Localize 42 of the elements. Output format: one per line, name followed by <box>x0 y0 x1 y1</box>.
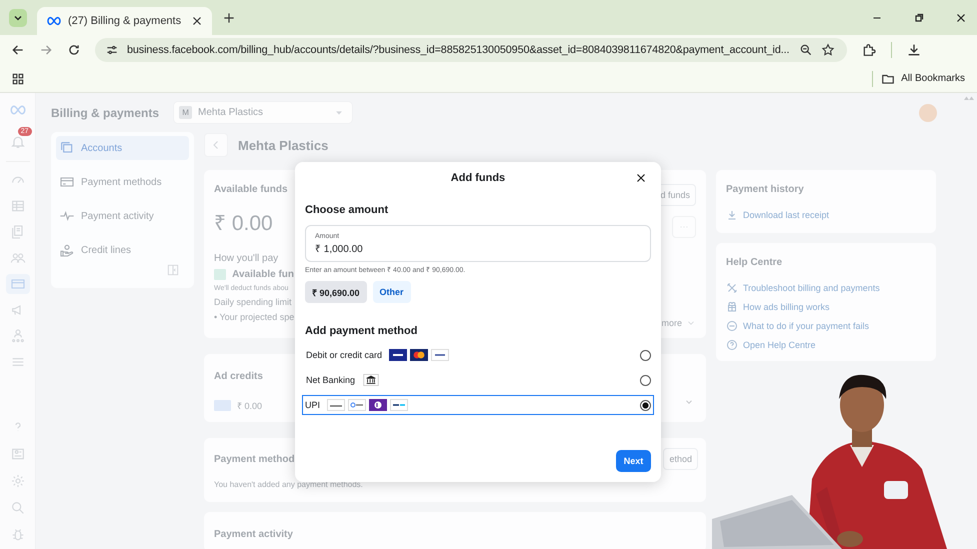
payment-method-option[interactable]: Debit or credit card <box>305 345 654 365</box>
payment-method-option[interactable]: UPI <box>302 395 654 415</box>
bookmarks-folder-link[interactable]: All Bookmarks <box>881 72 965 86</box>
help-link[interactable]: Open Help Centre <box>726 339 926 351</box>
payment-method-label: Available fun <box>232 269 294 280</box>
account-title: Mehta Plastics <box>238 138 328 152</box>
tab-title: (27) Billing & payments <box>68 15 182 27</box>
nav-item[interactable]: Credit lines <box>56 238 189 262</box>
card-title: Payment activity <box>214 529 293 540</box>
card-title: Available funds <box>214 184 289 195</box>
address-bar[interactable]: business.facebook.com/billing_hub/accounts/details/?business_id=885825130050950&asset_id=8084039811674820&payment_account_id... <box>95 38 847 62</box>
payment-method-option[interactable]: Net Banking <box>305 370 654 390</box>
help-link[interactable]: Troubleshoot billing and payments <box>726 282 926 294</box>
help-link[interactable]: How ads billing works <box>726 301 926 313</box>
section-title: Add payment method <box>305 325 418 337</box>
browser-tab[interactable]: (27) Billing & payments <box>37 7 212 35</box>
card-title: Payment history <box>726 184 805 195</box>
amount-chip[interactable]: ₹ 90,690.00 <box>305 281 367 303</box>
section-title: How you'll pay <box>214 253 280 264</box>
card-title: Ad credits <box>214 371 263 382</box>
account-avatar: M <box>179 106 192 119</box>
dialog-title: Add funds <box>450 172 506 184</box>
bullet-text: • Your projected spe <box>214 312 294 322</box>
section-title: Choose amount <box>305 204 390 216</box>
empty-text: You haven't added any payment methods. <box>214 480 364 489</box>
help-link[interactable]: What to do if your payment fails <box>726 320 926 332</box>
limit-text: Daily spending limit <box>214 297 293 307</box>
credit-amount: ₹ 0.00 <box>237 400 262 412</box>
nav-item[interactable]: Payment methods <box>56 170 189 194</box>
page-title: Billing & payments <box>51 106 160 120</box>
add-payment-method-button[interactable]: ethod <box>663 448 698 470</box>
account-dropdown[interactable]: M Mehta Plastics <box>173 101 354 124</box>
next-button[interactable]: Next <box>616 450 651 472</box>
nav-item[interactable]: Accounts <box>56 136 189 160</box>
funds-amount: ₹ 0.00 <box>214 211 274 236</box>
amount-chip[interactable]: Other <box>372 281 411 303</box>
see-more-link[interactable]: more <box>661 318 696 328</box>
url-text: business.facebook.com/billing_hub/accounts/details/?business_id=885825130050950&asset_id=8084039811674820&payment_account_id... <box>127 44 790 56</box>
nav-item[interactable]: Payment activity <box>56 204 189 228</box>
card-title: Payment method <box>214 454 295 464</box>
download-receipt-link[interactable]: Download last receipt <box>726 209 926 221</box>
card-title: Help Centre <box>726 257 784 268</box>
